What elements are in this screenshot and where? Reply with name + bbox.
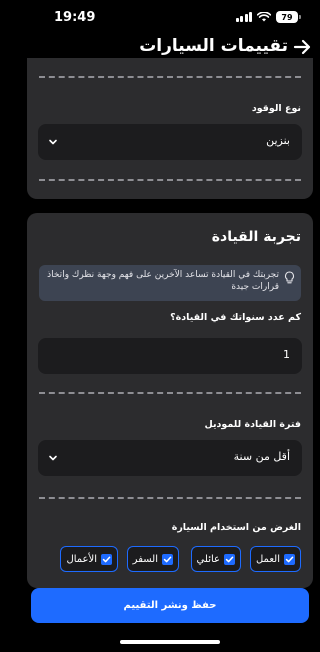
checkbox-checked-icon — [284, 553, 295, 565]
fuel-type-select[interactable]: بنزين — [38, 124, 302, 160]
period-label: فترة القيادة للموديل — [204, 419, 301, 430]
checkbox-checked-icon — [101, 553, 112, 565]
fuel-type-value: بنزين — [266, 134, 290, 147]
lightbulb-icon — [284, 271, 295, 284]
tip-text: تجربتك في القيادة تساعد الآخرين على فهم … — [47, 270, 279, 292]
purpose-chip-label: عائلي — [196, 553, 220, 565]
years-value: 1 — [283, 348, 290, 361]
purpose-options: العمل عائلي السفر الأعمال — [27, 546, 313, 576]
years-label: كم عدد سنواتك في القيادة؟ — [170, 312, 301, 323]
save-publish-button[interactable]: حفظ ونشر التقييم — [31, 588, 309, 623]
back-arrow-icon[interactable] — [292, 37, 312, 57]
home-indicator — [120, 640, 220, 644]
fuel-type-label: نوع الوقود — [251, 103, 301, 114]
status-time: 19:49 — [54, 10, 96, 25]
cellular-signal-icon — [235, 12, 252, 22]
driving-experience-card: تجربة القيادة تجربتك في القيادة تساعد ال… — [27, 213, 313, 588]
wifi-icon — [257, 12, 271, 22]
page-title: تقييمات السيارات — [139, 36, 288, 56]
purpose-chip-label: الأعمال — [66, 553, 97, 565]
years-input[interactable]: 1 — [38, 338, 302, 374]
purpose-label: الغرض من استخدام السيارة — [171, 522, 301, 533]
tip-box: تجربتك في القيادة تساعد الآخرين على فهم … — [39, 265, 301, 301]
divider — [39, 76, 301, 78]
divider — [39, 497, 301, 499]
fuel-card: نوع الوقود بنزين — [27, 58, 313, 199]
period-value: أقل من سنة — [233, 450, 290, 463]
period-select[interactable]: أقل من سنة — [38, 440, 302, 476]
battery-level: 79 — [281, 12, 293, 22]
purpose-chip-label: السفر — [132, 553, 158, 565]
divider — [39, 179, 301, 181]
checkbox-checked-icon — [224, 553, 235, 565]
section-title: تجربة القيادة — [211, 229, 301, 245]
purpose-chip-label: العمل — [255, 553, 280, 565]
checkbox-checked-icon — [162, 553, 173, 565]
purpose-chip-work[interactable]: العمل — [249, 546, 301, 572]
status-icons: 79 — [235, 11, 301, 23]
divider — [39, 392, 301, 394]
purpose-chip-business[interactable]: الأعمال — [60, 546, 118, 572]
chevron-down-icon — [49, 139, 57, 145]
purpose-chip-travel[interactable]: السفر — [126, 546, 179, 572]
status-bar: 19:49 79 — [20, 0, 320, 34]
battery-icon: 79 — [276, 11, 301, 23]
purpose-chip-family[interactable]: عائلي — [190, 546, 241, 572]
chevron-down-icon — [49, 455, 57, 461]
